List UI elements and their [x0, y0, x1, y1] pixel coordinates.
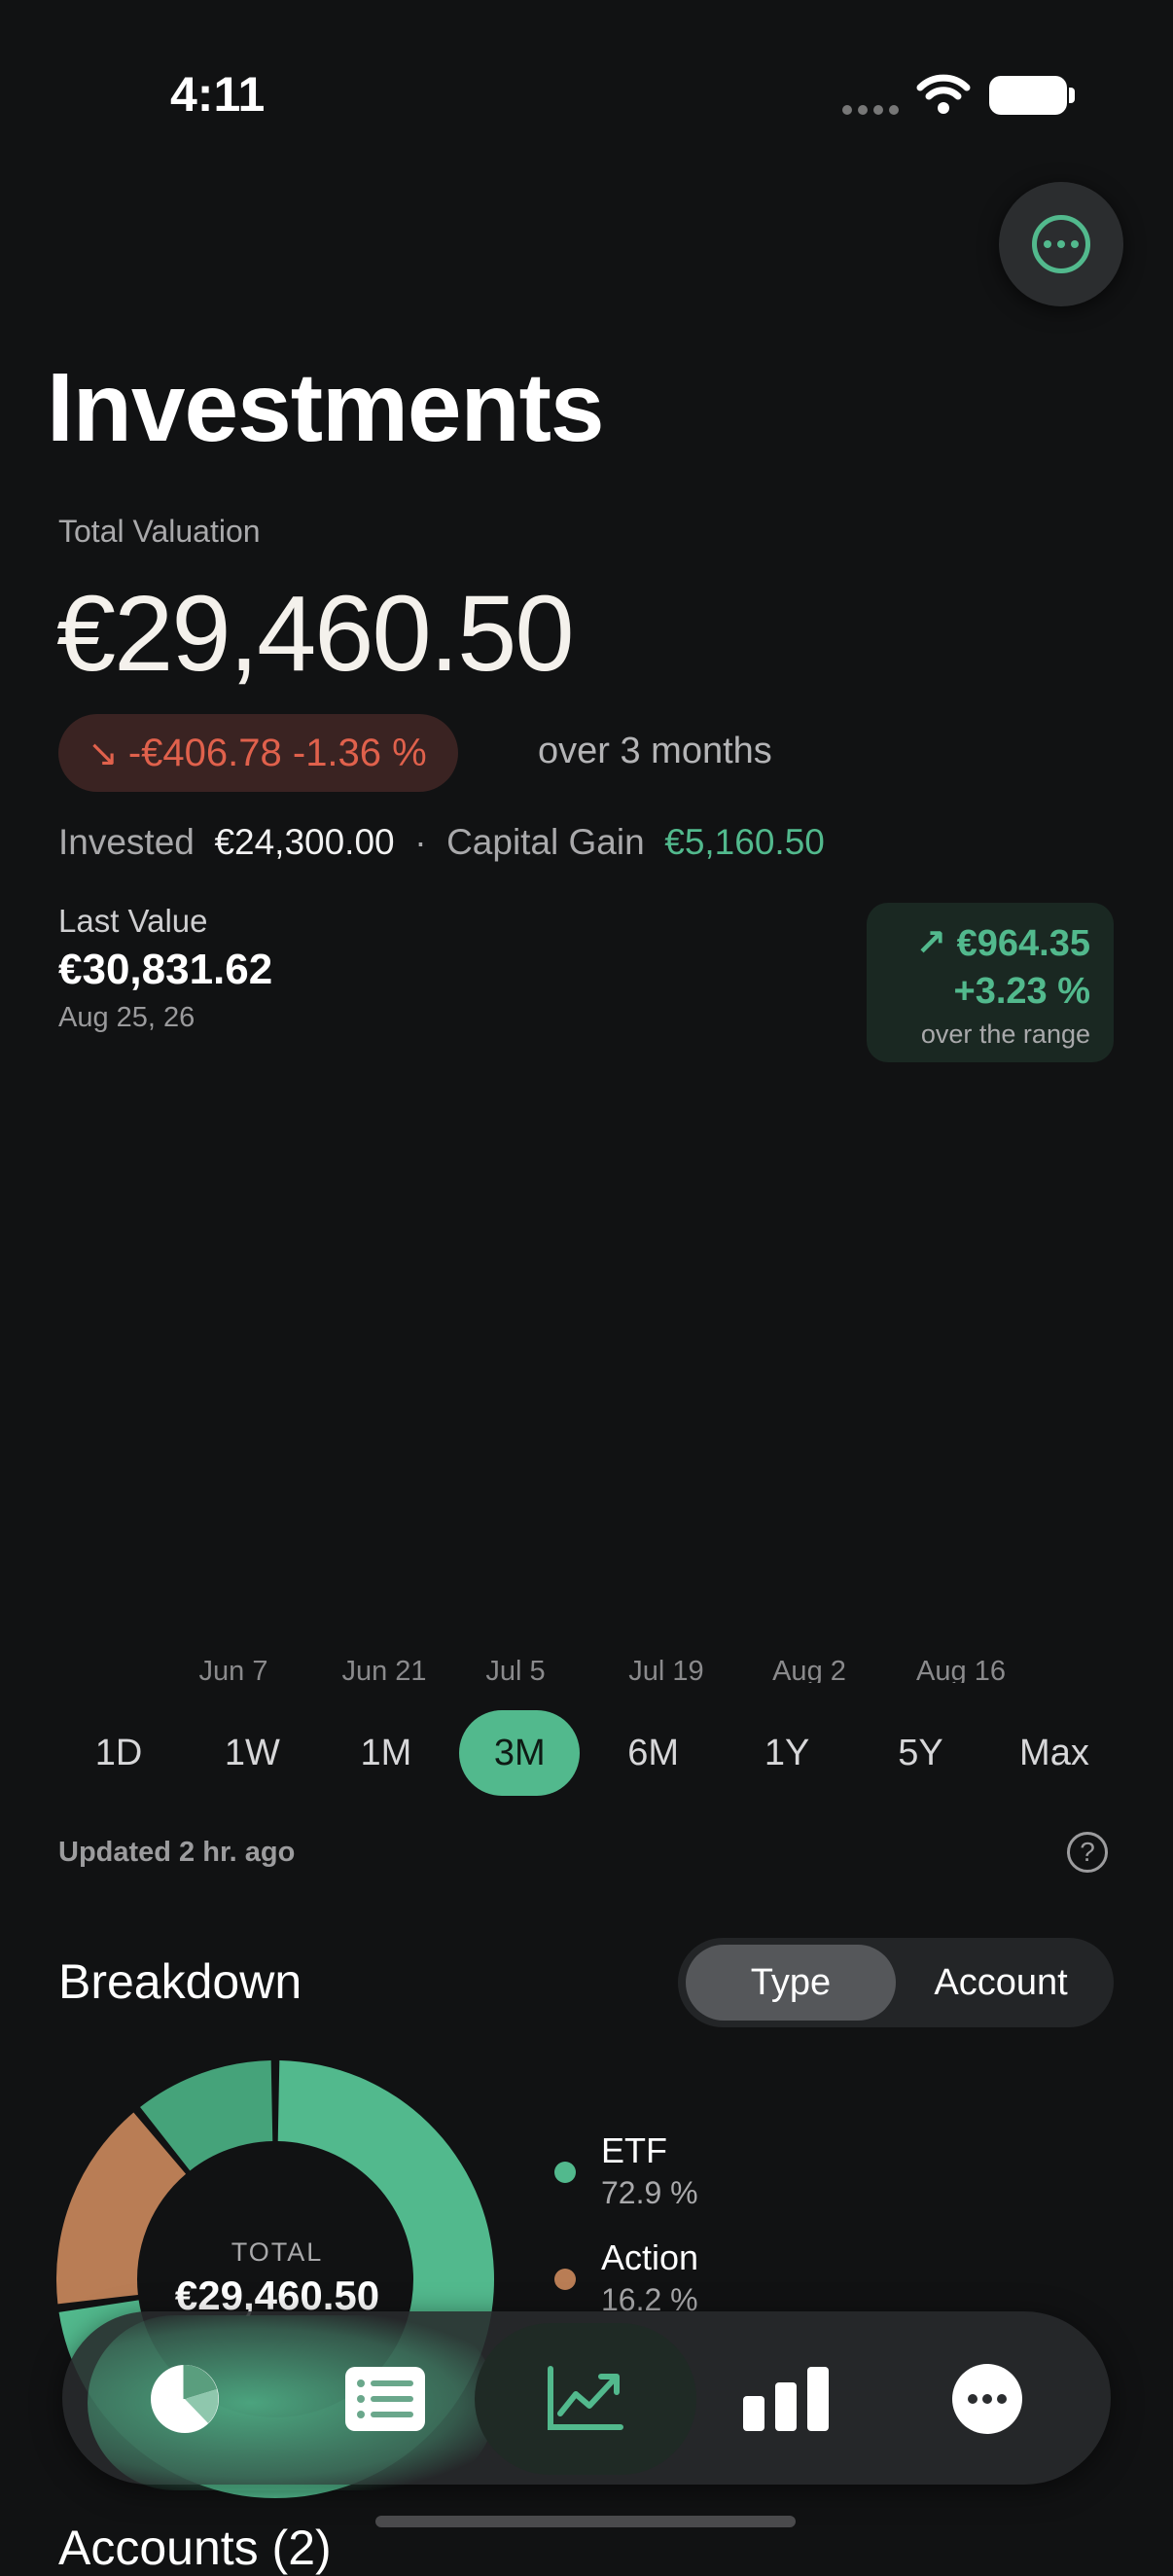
tab-portfolio[interactable]	[123, 2337, 247, 2461]
tab-more[interactable]	[925, 2337, 1049, 2461]
change-value: -€406.78 -1.36 %	[127, 731, 427, 774]
valuation-chart[interactable]: 31,00030,00029,000 Jun 7Jun 21Jul 5Jul 1…	[0, 1099, 1173, 1683]
range-change-card: ↗ €964.35 +3.23 % over the range	[867, 903, 1114, 1062]
total-valuation-value: €29,460.50	[56, 574, 575, 694]
battery-icon	[989, 76, 1067, 115]
home-indicator	[375, 2516, 796, 2527]
wifi-icon	[916, 74, 971, 114]
invested-value: €24,300.00	[214, 822, 395, 862]
arrow-up-right-icon: ↗	[915, 923, 947, 964]
pie-chart-icon	[151, 2365, 219, 2433]
help-icon[interactable]: ?	[1067, 1832, 1108, 1873]
invested-label: Invested	[58, 822, 195, 862]
segment-type[interactable]: Type	[686, 1945, 896, 2021]
time-range-selector: 1D 1W 1M 3M 6M 1Y 5Y Max	[58, 1710, 1115, 1796]
updated-timestamp: Updated 2 hr. ago	[58, 1837, 296, 1868]
range-6m-button[interactable]: 6M	[593, 1710, 714, 1796]
arrow-down-right-icon: ↘	[88, 733, 119, 774]
page-title: Investments	[47, 353, 605, 462]
breakdown-title: Breakdown	[58, 1954, 302, 2009]
capital-gain-label: Capital Gain	[446, 822, 645, 862]
x-tick-label: Jun 21	[341, 1656, 426, 1683]
range-1d-button[interactable]: 1D	[58, 1710, 179, 1796]
legend-name: Action	[601, 2237, 699, 2277]
change-period: over 3 months	[538, 731, 772, 771]
last-value-label: Last Value	[58, 903, 208, 939]
tab-transactions[interactable]	[323, 2337, 447, 2461]
separator: ·	[414, 822, 427, 862]
more-options-button[interactable]	[999, 182, 1123, 306]
range-max-button[interactable]: Max	[994, 1710, 1115, 1796]
last-value: €30,831.62	[58, 946, 273, 993]
status-time: 4:11	[170, 67, 266, 122]
last-value-date: Aug 25, 26	[58, 1002, 196, 1033]
ellipsis-circle-icon	[1032, 215, 1090, 273]
range-amount-text: €964.35	[956, 923, 1090, 964]
donut-total-label: TOTAL	[231, 2237, 324, 2267]
range-change-percent: +3.23 %	[953, 971, 1091, 1012]
tab-reports[interactable]	[724, 2337, 848, 2461]
x-tick-label: Aug 2	[772, 1656, 846, 1683]
range-3m-button[interactable]: 3M	[459, 1710, 581, 1796]
x-tick-label: Jun 7	[199, 1656, 268, 1683]
legend-dot	[554, 2269, 576, 2290]
total-valuation-label: Total Valuation	[58, 514, 261, 549]
range-1w-button[interactable]: 1W	[192, 1710, 312, 1796]
invested-summary: Invested €24,300.00 · Capital Gain €5,16…	[58, 822, 825, 863]
accounts-heading: Accounts (2)	[58, 2521, 332, 2575]
segment-account[interactable]: Account	[896, 1945, 1106, 2021]
change-badge: ↘ -€406.78 -1.36 %	[58, 714, 458, 792]
x-tick-label: Aug 16	[916, 1656, 1006, 1683]
range-1m-button[interactable]: 1M	[326, 1710, 446, 1796]
tab-investments[interactable]	[523, 2337, 648, 2461]
cellular-signal-icon	[842, 102, 905, 120]
legend-name: ETF	[601, 2130, 667, 2170]
breakdown-segmented-control: Type Account	[678, 1938, 1114, 2027]
range-1y-button[interactable]: 1Y	[727, 1710, 847, 1796]
bar-chart-icon	[743, 2367, 829, 2431]
battery-tip	[1069, 88, 1075, 103]
range-5y-button[interactable]: 5Y	[861, 1710, 981, 1796]
legend-dot	[554, 2162, 576, 2183]
x-tick-label: Jul 5	[485, 1656, 545, 1683]
legend-percent: 72.9 %	[601, 2175, 698, 2210]
x-tick-label: Jul 19	[628, 1656, 703, 1683]
trend-chart-icon	[548, 2366, 623, 2430]
range-change-amount: ↗ €964.35	[867, 920, 1090, 967]
capital-gain-value: €5,160.50	[664, 822, 825, 862]
list-icon	[345, 2367, 425, 2431]
range-change-caption: over the range	[920, 1020, 1090, 1049]
more-icon	[952, 2364, 1022, 2434]
